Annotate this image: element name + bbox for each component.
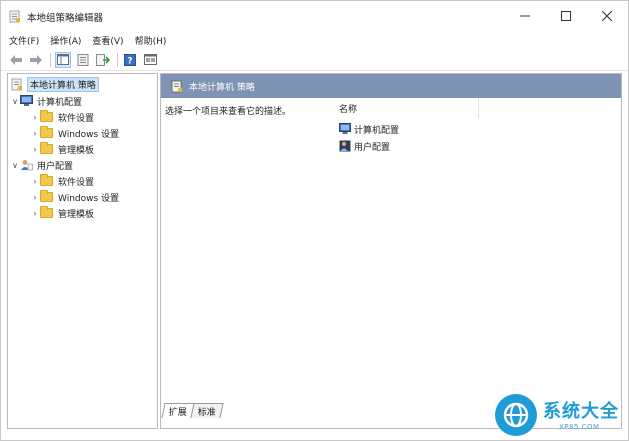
description-text: 选择一个项目来查看它的描述。 [165,107,292,117]
tree-item-computer-software[interactable]: › 软件设置 [30,109,94,125]
export-list-icon [96,53,110,66]
item-list[interactable]: 名称 计算机配置 用户配置 [329,98,621,398]
list-item-user-config[interactable]: 用户配置 [339,138,390,154]
back-button[interactable] [8,52,24,68]
menu-bar: 文件(F) 操作(A) 查看(V) 帮助(H) [1,31,628,49]
tree-label: 软件设置 [58,177,95,188]
folder-icon [40,174,53,186]
chevron-right-icon[interactable]: › [30,145,40,154]
folder-icon [40,142,53,154]
folder-icon [40,206,53,218]
user-icon [339,140,351,152]
export-list-button[interactable] [95,52,111,68]
user-icon [20,159,33,171]
tab-label: 标准 [197,407,216,418]
tree-label: 计算机配置 [37,97,83,108]
tree-label: 本地计算机 策略 [27,76,99,92]
console-button[interactable] [142,52,158,68]
tab-label: 扩展 [168,407,187,418]
column-header-name[interactable]: 名称 [329,98,479,118]
tree-pane[interactable]: 本地计算机 策略 ∨ 计算机配置 › 软件设置 › Windows 设置 › 管… [7,73,158,429]
tree-label: 管理模板 [58,209,95,220]
watermark-brand: 系统大全 [543,401,619,422]
show-hide-tree-icon [57,54,69,65]
chevron-right-icon[interactable]: › [30,209,40,218]
computer-icon [20,95,33,107]
details-pane: 本地计算机 策略 选择一个项目来查看它的描述。 名称 计算机配置 用户配置 扩展… [160,73,622,429]
tab-standard[interactable]: 标准 [190,403,224,418]
properties-icon [77,53,89,66]
console-icon [143,54,157,65]
tree-item-computer-windows[interactable]: › Windows 设置 [30,125,119,141]
chevron-right-icon[interactable]: › [30,129,40,138]
tab-extended[interactable]: 扩展 [161,403,195,418]
forward-icon [30,54,42,65]
folder-icon [40,190,53,202]
chevron-right-icon[interactable]: › [30,193,40,202]
chevron-down-icon[interactable]: ∨ [10,97,20,106]
tree-label: Windows 设置 [58,129,120,140]
back-icon [10,54,22,65]
maximize-button[interactable] [546,1,586,31]
tree-item-user-config[interactable]: ∨ 用户配置 [10,157,73,173]
properties-button[interactable] [75,52,91,68]
tree-item-user-windows[interactable]: › Windows 设置 [30,189,119,205]
menu-view[interactable]: 查看(V) [92,34,123,47]
computer-icon [339,123,351,135]
svg-text:?: ? [127,56,132,66]
tree-item-user-templates[interactable]: › 管理模板 [30,205,94,221]
chevron-down-icon[interactable]: ∨ [10,161,20,170]
forward-button[interactable] [28,52,44,68]
chevron-right-icon[interactable]: › [30,113,40,122]
maximize-icon [561,11,571,21]
chevron-right-icon[interactable]: › [30,177,40,186]
tree-label: Windows 设置 [58,193,120,204]
help-icon: ? [124,53,136,66]
pane-header: 本地计算机 策略 [161,74,621,98]
menu-help[interactable]: 帮助(H) [135,34,167,47]
tree-item-user-software[interactable]: › 软件设置 [30,173,94,189]
tree-item-computer-templates[interactable]: › 管理模板 [30,141,94,157]
minimize-icon [520,15,530,17]
pane-title: 本地计算机 策略 [189,82,255,93]
gpedit-window: 本地组策略编辑器 文件(F) 操作(A) 查看(V) 帮助(H) ? 本地计算机… [0,0,629,441]
watermark-url: XP85.COM [559,423,600,431]
policy-icon [171,80,183,93]
folder-icon [40,110,53,122]
view-tabs: 扩展 标准 [161,400,224,418]
toolbar-separator [50,52,51,67]
tree-root[interactable]: 本地计算机 策略 [11,76,99,92]
list-item-computer-config[interactable]: 计算机配置 [339,121,399,137]
toolbar: ? [1,49,628,71]
show-hide-tree-button[interactable] [55,51,71,68]
list-item-label: 计算机配置 [354,125,400,136]
tree-item-computer-config[interactable]: ∨ 计算机配置 [10,93,82,109]
tree-label: 软件设置 [58,113,95,124]
title-bar[interactable]: 本地组策略编辑器 [1,1,628,31]
minimize-button[interactable] [505,1,545,31]
menu-file[interactable]: 文件(F) [9,34,39,47]
folder-icon [40,126,53,138]
menu-action[interactable]: 操作(A) [50,34,81,47]
window-title: 本地组策略编辑器 [27,13,104,24]
globe-icon [503,402,529,428]
close-button[interactable] [587,1,627,31]
list-item-label: 用户配置 [354,142,391,153]
help-button[interactable]: ? [122,52,138,68]
watermark-logo [495,394,537,436]
close-icon [602,11,612,21]
toolbar-separator [117,52,118,67]
tree-label: 管理模板 [58,145,95,156]
policy-icon [11,78,23,91]
app-icon [9,10,20,23]
tree-label: 用户配置 [37,161,74,172]
